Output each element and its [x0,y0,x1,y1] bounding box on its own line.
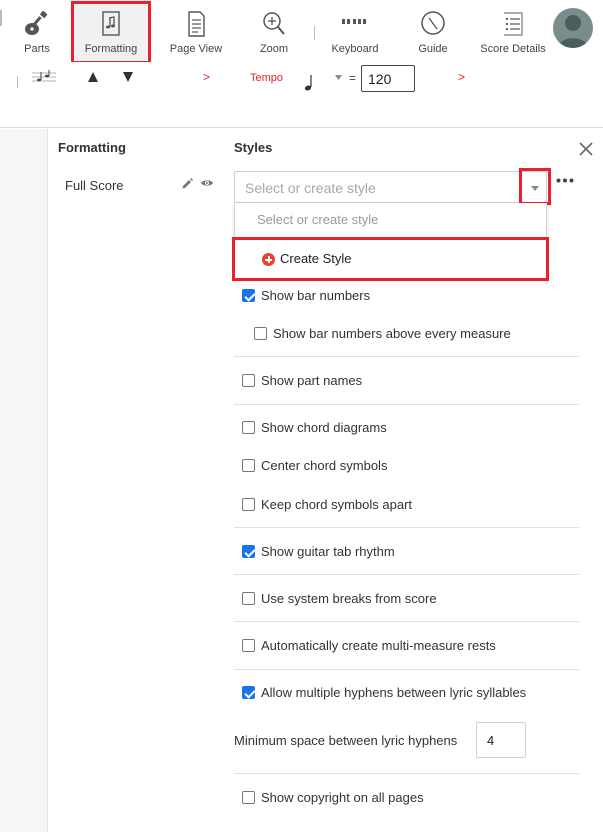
chevron-right-icon[interactable]: > [203,70,210,84]
min-hyphen-label: Minimum space between lyric hyphens [234,733,458,748]
quarter-note-icon [304,75,312,91]
keyboard-icon [342,19,366,24]
close-icon[interactable] [578,141,594,157]
tool-guide[interactable]: Guide [410,0,456,62]
option-label: Show bar numbers above every measure [273,326,511,341]
page-view-icon [188,11,205,37]
section-divider [234,527,579,528]
chevron-right-icon[interactable]: > [458,70,465,84]
section-divider [234,621,579,622]
arrow-down-icon[interactable] [122,71,134,83]
more-options-icon[interactable] [556,178,574,183]
tempo-input[interactable] [361,65,415,92]
tool-guide-label: Guide [418,43,448,55]
create-style-option[interactable]: Create Style [235,239,548,275]
list-icon [504,12,523,36]
option-label: Center chord symbols [261,458,388,473]
tool-keyboard-label: Keyboard [331,43,379,55]
option-label: Keep chord symbols apart [261,497,413,512]
min-hyphen-input[interactable] [476,722,526,758]
tool-parts-label: Parts [24,43,50,55]
dropdown-placeholder-option[interactable]: Select or create style [257,212,378,227]
left-side-strip [0,129,48,832]
checkbox[interactable] [242,289,255,302]
section-divider [234,773,579,774]
equals-sign: = [349,71,357,85]
tool-zoom[interactable]: Zoom [250,0,298,62]
user-avatar-icon[interactable] [553,8,593,48]
checkbox[interactable] [242,686,255,699]
tool-formatting-label: Formatting [84,43,138,55]
arrow-up-icon[interactable] [87,71,99,83]
option-label: Show chord diagrams [261,420,387,435]
option-label: Use system breaks from score [261,591,437,606]
formatting-heading: Formatting [58,140,126,155]
section-divider [234,356,579,357]
checkbox[interactable] [242,639,255,652]
checkbox[interactable] [242,592,255,605]
tool-keyboard[interactable]: Keyboard [326,0,384,62]
option-label: Show guitar tab rhythm [261,544,395,559]
tool-parts[interactable]: Parts [14,0,60,62]
pencil-icon[interactable] [181,177,193,189]
eye-icon[interactable] [200,178,214,188]
option-label: Show part names [261,373,363,388]
top-toolbar: Parts Formatting Page View Zoom Keyboard… [0,0,603,62]
guitar-icon [25,10,48,35]
option-label: Show copyright on all pages [261,790,424,805]
staff-notes-icon[interactable] [32,70,56,86]
chevron-down-icon[interactable] [531,186,539,191]
styles-heading: Styles [234,140,273,155]
zoom-icon [263,12,285,35]
toolbar-left-edge [0,10,2,26]
create-style-label: Create Style [280,251,352,266]
option-label: Allow multiple hyphens between lyric syl… [261,685,527,700]
checkbox[interactable] [242,459,255,472]
tool-score-details-label: Score Details [480,43,546,55]
score-page-icon [102,11,120,36]
checkbox[interactable] [242,791,255,804]
full-score-item[interactable]: Full Score [65,178,124,193]
tool-formatting[interactable]: Formatting [72,0,150,62]
plus-circle-icon [262,253,275,266]
section-divider [234,404,579,405]
tool-zoom-label: Zoom [259,43,289,55]
style-select-placeholder: Select or create style [245,180,376,196]
tool-page-view[interactable]: Page View [166,0,226,62]
section-divider [234,669,579,670]
notation-toolbar: > Tempo = > [0,62,603,128]
toolbar-divider [314,26,315,40]
checkbox[interactable] [242,498,255,511]
option-label: Show bar numbers [261,288,371,303]
tool-score-details[interactable]: Score Details [476,0,550,62]
note-dropdown-caret-icon[interactable] [335,75,342,80]
checkbox[interactable] [242,374,255,387]
checkbox[interactable] [242,421,255,434]
section-divider [234,574,579,575]
style-dropdown-menu: Select or create style Create Style [234,203,547,279]
person-silhouette-icon [558,15,588,48]
tempo-label: Tempo [250,72,284,84]
checkbox[interactable] [254,327,267,340]
tool-page-view-label: Page View [169,43,223,55]
checkbox[interactable] [242,545,255,558]
row2-divider [17,76,18,88]
option-label: Automatically create multi-measure rests [261,638,496,653]
compass-icon [421,11,445,35]
style-select[interactable]: Select or create style [234,171,547,203]
